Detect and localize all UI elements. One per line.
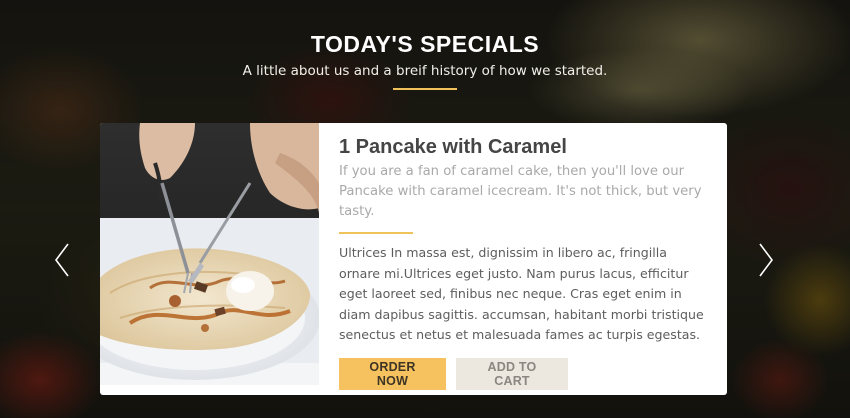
carousel-prev-button[interactable] <box>50 240 74 280</box>
pancake-image <box>100 123 319 385</box>
dish-title: 1 Pancake with Caramel <box>339 136 567 158</box>
chevron-left-icon <box>55 243 69 277</box>
special-card: 1 Pancake with Caramel If you are a fan … <box>100 123 727 395</box>
card-content: 1 Pancake with Caramel If you are a fan … <box>319 123 727 395</box>
specials-header: TODAY'S SPECIALS A little about us and a… <box>0 30 850 90</box>
section-title: TODAY'S SPECIALS <box>310 31 540 57</box>
section-subtitle: A little about us and a breif history of… <box>242 63 608 79</box>
chevron-right-icon <box>759 243 773 277</box>
dish-description: If you are a fan of caramel cake, then y… <box>339 164 702 219</box>
carousel-next-button[interactable] <box>754 240 778 280</box>
pancake-photo <box>100 123 319 385</box>
title-underline <box>393 88 457 90</box>
description-separator <box>339 232 413 234</box>
dish-body-text: Ultrices In massa est, dignissim in libe… <box>339 245 704 342</box>
add-to-cart-button[interactable]: ADD TO CART <box>456 357 568 390</box>
order-now-button[interactable]: ORDER NOW <box>339 357 446 390</box>
card-actions: ORDER NOW ADD TO CART <box>339 357 707 390</box>
